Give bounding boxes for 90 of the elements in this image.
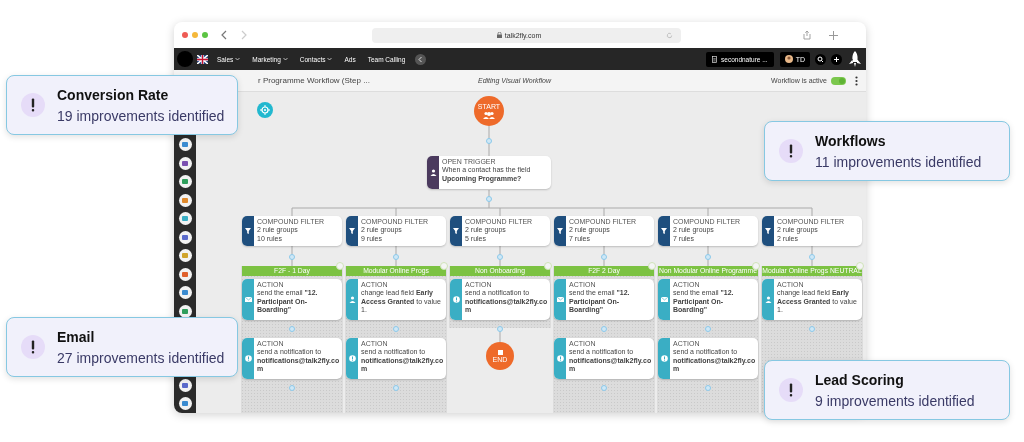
sidebar-icon[interactable] bbox=[178, 397, 192, 410]
flag-icon[interactable] bbox=[197, 54, 208, 64]
funnel-icon bbox=[557, 228, 563, 234]
branch-handle-icon[interactable] bbox=[648, 262, 656, 270]
sidebar-icon[interactable] bbox=[178, 138, 192, 151]
add-icon[interactable] bbox=[831, 53, 842, 65]
add-step-icon[interactable] bbox=[289, 326, 295, 332]
alert-circle-icon bbox=[348, 355, 356, 362]
workflow-title: r Programme Workflow (Step ... bbox=[258, 76, 371, 85]
add-step-icon[interactable] bbox=[601, 385, 607, 391]
add-step-icon[interactable] bbox=[289, 385, 295, 391]
sidebar-icon[interactable] bbox=[178, 156, 192, 170]
person-icon bbox=[348, 296, 356, 303]
alert-circle-icon bbox=[244, 355, 252, 362]
back-icon[interactable] bbox=[220, 30, 228, 40]
minimize-icon[interactable] bbox=[192, 32, 198, 38]
add-step-icon[interactable] bbox=[705, 385, 711, 391]
lock-icon bbox=[496, 32, 502, 38]
sidebar-icon[interactable] bbox=[178, 230, 192, 244]
search-icon[interactable] bbox=[815, 53, 826, 65]
sidebar-icon[interactable] bbox=[178, 249, 192, 262]
close-icon[interactable] bbox=[182, 32, 188, 38]
maximize-icon[interactable] bbox=[202, 32, 208, 38]
card-text: 27 improvements identified bbox=[57, 349, 225, 366]
sidebar-icon[interactable] bbox=[178, 304, 192, 318]
add-step-icon[interactable] bbox=[601, 326, 607, 332]
add-step-icon[interactable] bbox=[289, 254, 295, 260]
rocket-icon[interactable] bbox=[848, 51, 862, 67]
card-title: Email bbox=[57, 328, 96, 345]
sidebar-icon[interactable] bbox=[178, 286, 192, 299]
add-step-icon[interactable] bbox=[393, 254, 399, 260]
add-step-icon[interactable] bbox=[705, 254, 711, 260]
reload-icon[interactable] bbox=[666, 31, 673, 39]
caret-icon bbox=[235, 57, 241, 61]
add-step-icon[interactable] bbox=[393, 326, 399, 332]
people-icon bbox=[483, 111, 495, 119]
branch-handle-icon[interactable] bbox=[440, 262, 448, 270]
alert-icon bbox=[21, 93, 45, 117]
target-icon[interactable] bbox=[257, 102, 273, 118]
funnel-icon bbox=[349, 228, 355, 234]
connector-line bbox=[488, 125, 490, 159]
sidebar-icon[interactable] bbox=[178, 175, 192, 188]
funnel-icon bbox=[765, 228, 771, 234]
collapse-icon[interactable] bbox=[415, 53, 427, 65]
funnel-icon bbox=[245, 228, 251, 234]
add-step-icon[interactable] bbox=[486, 196, 492, 202]
branch-handle-icon[interactable] bbox=[336, 262, 344, 270]
add-step-icon[interactable] bbox=[497, 254, 503, 260]
add-step-icon[interactable] bbox=[809, 254, 815, 260]
caret-icon bbox=[282, 57, 288, 61]
sidebar-icon[interactable] bbox=[178, 193, 192, 207]
document-icon bbox=[712, 55, 718, 63]
branch-handle-icon[interactable] bbox=[752, 262, 760, 270]
forward-icon[interactable] bbox=[240, 30, 248, 40]
card-text: 9 improvements identified bbox=[815, 392, 975, 409]
alert-icon bbox=[779, 378, 803, 402]
active-toggle[interactable] bbox=[831, 76, 846, 85]
person-icon bbox=[429, 169, 437, 176]
new-tab-icon[interactable] bbox=[829, 30, 838, 40]
card-title: Conversion Rate bbox=[57, 86, 170, 103]
alert-circle-icon bbox=[660, 355, 668, 362]
alert-circle-icon bbox=[556, 355, 564, 362]
envelope-icon bbox=[660, 297, 668, 302]
sidebar-icon[interactable] bbox=[178, 212, 192, 225]
card-text: 11 improvements identified bbox=[815, 153, 982, 170]
sidebar-icon[interactable] bbox=[178, 267, 192, 281]
branch-handle-icon[interactable] bbox=[856, 262, 864, 270]
alert-circle-icon bbox=[452, 296, 460, 303]
card-text: 19 improvements identified bbox=[57, 107, 225, 124]
add-step-icon[interactable] bbox=[809, 326, 815, 332]
more-icon[interactable] bbox=[855, 75, 858, 86]
alert-icon bbox=[779, 139, 803, 163]
funnel-icon bbox=[453, 228, 459, 234]
alert-icon bbox=[21, 335, 45, 359]
caret-icon bbox=[327, 57, 333, 61]
funnel-icon bbox=[661, 228, 667, 234]
person-icon bbox=[764, 296, 772, 303]
add-step-icon[interactable] bbox=[393, 385, 399, 391]
add-step-icon[interactable] bbox=[486, 138, 492, 144]
add-step-icon[interactable] bbox=[705, 326, 711, 332]
branch-handle-icon[interactable] bbox=[544, 262, 552, 270]
add-step-icon[interactable] bbox=[497, 326, 503, 332]
sidebar-icon[interactable] bbox=[178, 378, 192, 392]
card-title: Lead Scoring bbox=[815, 371, 905, 388]
card-title: Workflows bbox=[815, 132, 887, 149]
envelope-icon bbox=[244, 297, 252, 302]
user-avatar-icon bbox=[784, 55, 793, 63]
add-step-icon[interactable] bbox=[601, 254, 607, 260]
share-icon[interactable] bbox=[803, 30, 811, 40]
envelope-icon bbox=[556, 297, 564, 302]
